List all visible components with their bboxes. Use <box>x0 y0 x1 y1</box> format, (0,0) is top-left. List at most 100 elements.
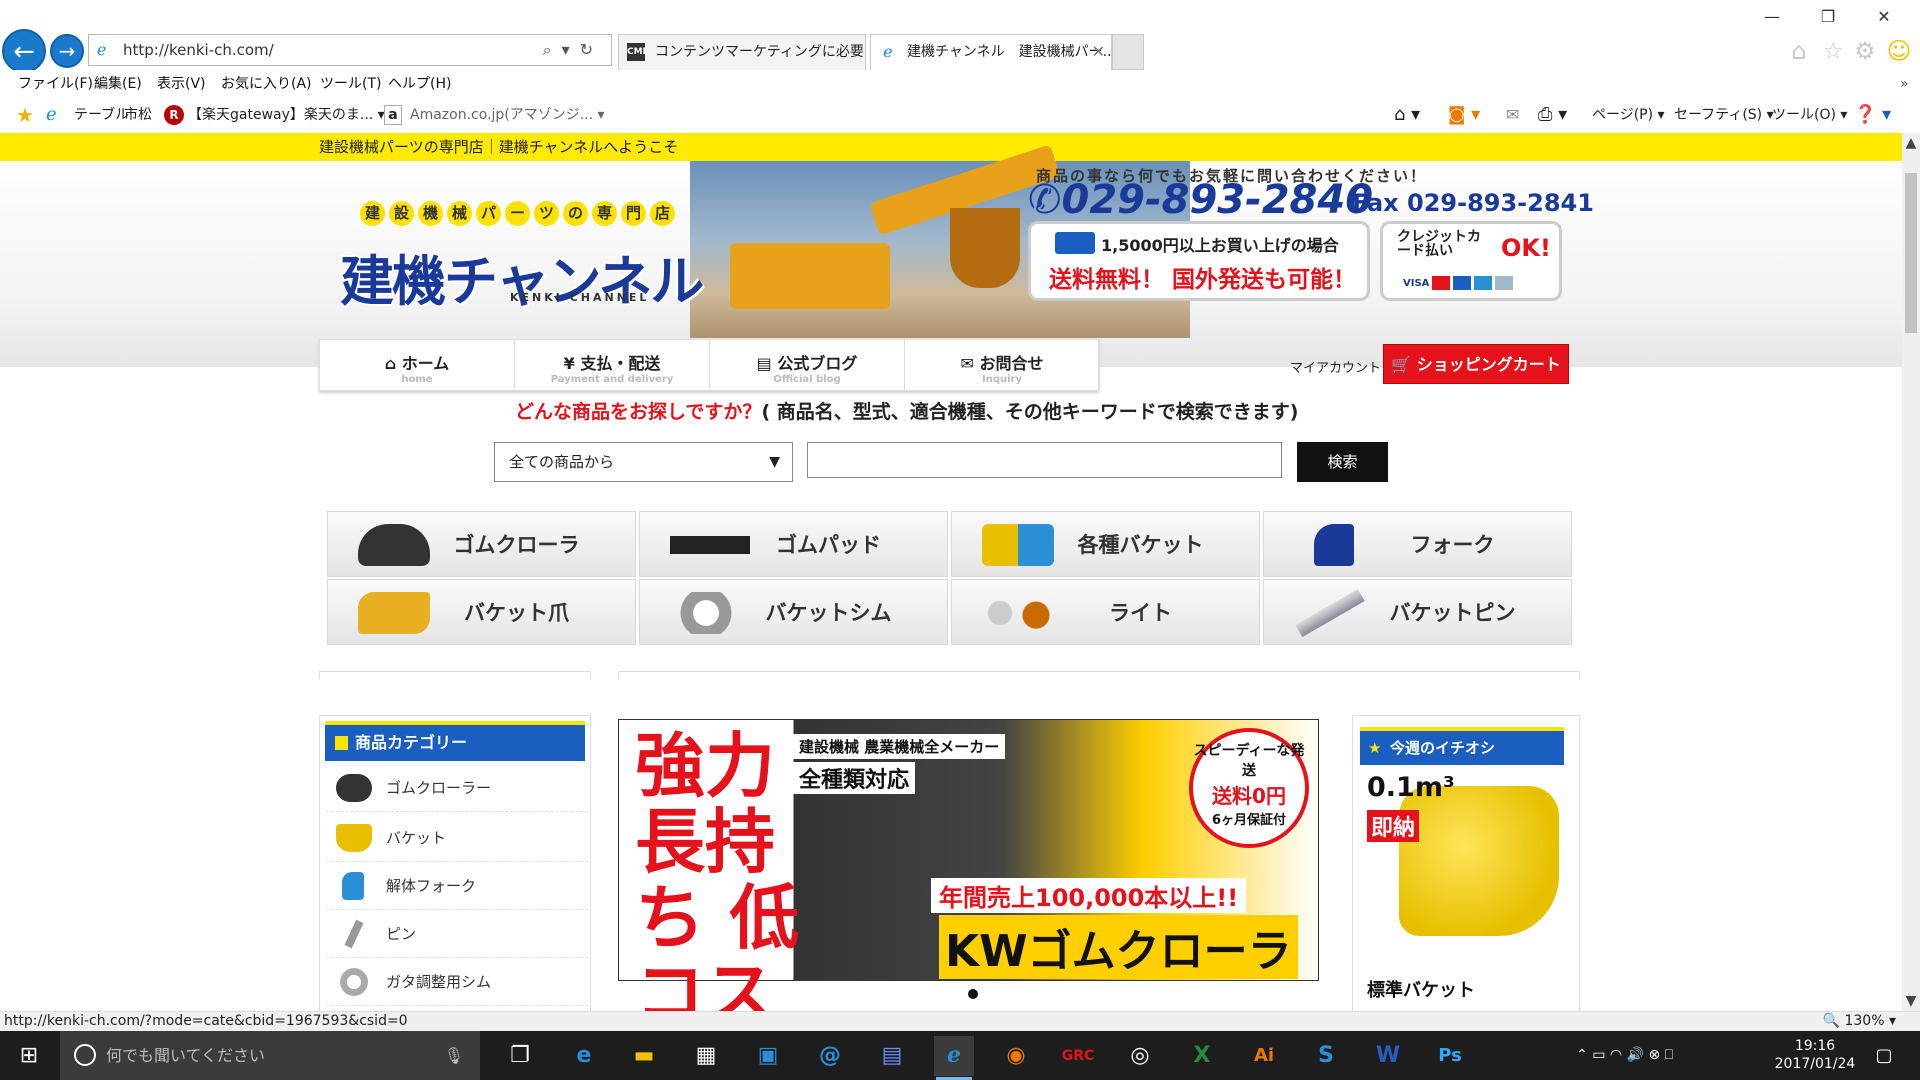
battery-icon[interactable]: ▭ <box>1592 1047 1605 1063</box>
file-explorer-icon[interactable]: ▬ <box>624 1036 664 1076</box>
minimize-button[interactable]: — <box>1744 0 1800 34</box>
shopping-cart-button[interactable]: 🛒 ショッピングカート <box>1383 344 1569 384</box>
menu-safety[interactable]: セーフティ(S) ▾ <box>1674 100 1774 130</box>
category-light[interactable]: ライト <box>951 579 1260 645</box>
category-rubber-crawler[interactable]: ゴムクローラ <box>327 511 636 577</box>
print-icon[interactable]: ⎙ ▾ <box>1538 100 1567 130</box>
gear-icon[interactable]: ⚙ <box>1850 36 1880 66</box>
search-input[interactable] <box>807 442 1282 478</box>
grc-icon[interactable]: GRC <box>1058 1036 1098 1076</box>
menu-tools-cmd[interactable]: ツール(O) ▾ <box>1772 100 1847 130</box>
nav-home[interactable]: ⌂ ホーム home <box>320 340 515 390</box>
app-icon[interactable]: ▣ <box>748 1036 788 1076</box>
card-brands-icon: VISA <box>1403 276 1514 292</box>
notification-icon[interactable]: ▢ <box>1864 1036 1904 1076</box>
chevron-up-icon[interactable]: ⌃ <box>1576 1047 1588 1063</box>
scroll-thumb[interactable] <box>1905 173 1917 333</box>
sidebar-item-fork[interactable]: 解体フォーク <box>326 862 588 910</box>
menu-file[interactable]: ファイル(F) <box>18 70 93 98</box>
ime-icon[interactable]: ⎕ <box>1665 1047 1673 1063</box>
dropdown-icon[interactable]: ▾ <box>562 40 580 59</box>
amazon-icon: a <box>384 105 402 125</box>
rss-feed-icon[interactable]: ◙ ▾ <box>1448 100 1480 130</box>
task-view-icon[interactable]: ❐ <box>500 1036 540 1076</box>
search-icon[interactable]: ⌕ <box>543 40 562 59</box>
illustrator-icon[interactable]: Ai <box>1244 1036 1284 1076</box>
menu-tools[interactable]: ツール(T) <box>320 70 381 98</box>
my-account-link[interactable]: マイアカウント <box>1290 357 1381 376</box>
fav-ichimatsu[interactable]: 市松 <box>124 100 152 130</box>
internet-explorer-icon[interactable]: ℯ <box>934 1036 974 1080</box>
category-bucket-shim[interactable]: バケットシム <box>639 579 948 645</box>
mail-app-icon[interactable]: @ <box>810 1036 850 1076</box>
folder-icon <box>335 736 348 750</box>
sidebar-item-shim[interactable]: ガタ調整用シム <box>326 958 588 1006</box>
menu-page[interactable]: ページ(P) ▾ <box>1592 100 1665 130</box>
volume-icon[interactable]: 🔊 <box>1627 1047 1644 1063</box>
new-tab-button[interactable] <box>1112 34 1144 70</box>
firefox-icon[interactable]: ◉ <box>996 1036 1036 1076</box>
help-icon[interactable]: ❓ ▾ <box>1854 100 1891 130</box>
search-button[interactable]: 検索 <box>1297 442 1388 482</box>
add-favorite-icon[interactable]: ℯ <box>46 100 57 130</box>
chevron-more-icon[interactable]: » <box>1900 70 1909 98</box>
smiley-feedback-icon[interactable]: ☺ <box>1884 36 1914 66</box>
close-window-button[interactable]: ✕ <box>1856 0 1912 34</box>
carousel-dot[interactable] <box>968 989 978 999</box>
close-circle-icon[interactable]: ⊗ <box>1648 1047 1660 1063</box>
fav-amazon[interactable]: Amazon.co.jp(アマゾンジ... ▾ <box>410 100 605 130</box>
microphone-icon: 🎙 <box>443 1046 464 1065</box>
wifi-icon[interactable]: ◠ <box>1610 1047 1622 1063</box>
nav-inquiry[interactable]: ✉ お問合せ Inquiry <box>905 340 1100 390</box>
zoom-level[interactable]: 🔍 130% ▾ <box>1823 1012 1896 1030</box>
category-rubber-pad[interactable]: ゴムパッド <box>639 511 948 577</box>
skype-icon[interactable]: S <box>1306 1036 1346 1076</box>
tab-kenki[interactable]: ℯ 建機チャンネル 建設機械パー... ✕ <box>870 34 1112 70</box>
ie-page-icon: ℯ <box>97 40 107 59</box>
fav-rakuten[interactable]: 【楽天gateway】楽天のま... ▾ <box>188 100 385 130</box>
back-button[interactable]: ← <box>2 29 46 73</box>
category-buckets[interactable]: 各種バケット <box>951 511 1260 577</box>
tab-cml[interactable]: CML コンテンツマーケティングに必要なSE... <box>618 34 866 70</box>
menu-help[interactable]: ヘルプ(H) <box>388 70 451 98</box>
category-fork[interactable]: フォーク <box>1263 511 1572 577</box>
nav-payment[interactable]: ¥ 支払・配送 Payment and delivery <box>515 340 710 390</box>
search-category-select[interactable]: 全ての商品から ▼ <box>494 442 793 482</box>
hero-banner[interactable]: 強力 長持ち 低コスト 建設機械 農業機械全メーカー 全種類対応 スピーディーな… <box>618 719 1319 1011</box>
free-shipping-badge: スピーディーな発送 送料0円 6ヶ月保証付 <box>1189 728 1309 848</box>
favorites-star-icon[interactable]: ☆ <box>1818 36 1848 66</box>
clock[interactable]: 19:16 2017/01/24 <box>1770 1037 1860 1073</box>
refresh-icon[interactable]: ↻ <box>580 40 603 59</box>
site-logo[interactable]: 建機チャンネル <box>340 237 704 316</box>
category-bucket-teeth[interactable]: バケット爪 <box>327 579 636 645</box>
nav-blog[interactable]: ▤ 公式ブログ Official blog <box>710 340 905 390</box>
tab-label: コンテンツマーケティングに必要なSE... <box>655 44 865 60</box>
home-icon[interactable]: ⌂ <box>1784 36 1814 66</box>
windows-start-icon[interactable]: ⊞ <box>16 1043 42 1069</box>
word-icon[interactable]: W <box>1368 1036 1408 1076</box>
photoshop-icon[interactable]: Ps <box>1430 1036 1470 1076</box>
edge-icon[interactable]: e <box>564 1036 604 1076</box>
menu-view[interactable]: 表示(V) <box>157 70 206 98</box>
address-bar[interactable]: ℯ http://kenki-ch.com/ ⌕▾↻ <box>88 34 612 66</box>
media-icon[interactable]: ◎ <box>1120 1036 1160 1076</box>
calculator-icon[interactable]: ▤ <box>872 1036 912 1076</box>
sidebar-item-pin[interactable]: ピン <box>326 910 588 958</box>
menu-favorites[interactable]: お気に入り(A) <box>221 70 312 98</box>
sidebar-item-crawler[interactable]: ゴムクローラー <box>326 764 588 812</box>
fav-table[interactable]: テーブル <box>74 100 129 130</box>
close-tab-icon[interactable]: ✕ <box>1092 35 1105 69</box>
category-bucket-pin[interactable]: バケットピン <box>1263 579 1572 645</box>
cortana-search[interactable]: 何でも聞いてください 🎙 <box>60 1031 480 1080</box>
page-scrollbar[interactable]: ▲ ▼ <box>1902 133 1920 1011</box>
sidebar-item-bucket[interactable]: バケット <box>326 814 588 862</box>
home-icon[interactable]: ⌂ ▾ <box>1394 100 1420 130</box>
forward-button[interactable]: → <box>50 34 84 68</box>
mail-icon[interactable]: ✉ <box>1506 100 1519 130</box>
cortana-icon <box>74 1044 96 1066</box>
favorites-star-icon[interactable]: ★ <box>16 100 34 130</box>
menu-edit[interactable]: 編集(E) <box>94 70 142 98</box>
restore-button[interactable]: ❐ <box>1800 0 1856 34</box>
excel-icon[interactable]: X <box>1182 1036 1222 1076</box>
store-icon[interactable]: ▦ <box>686 1036 726 1076</box>
